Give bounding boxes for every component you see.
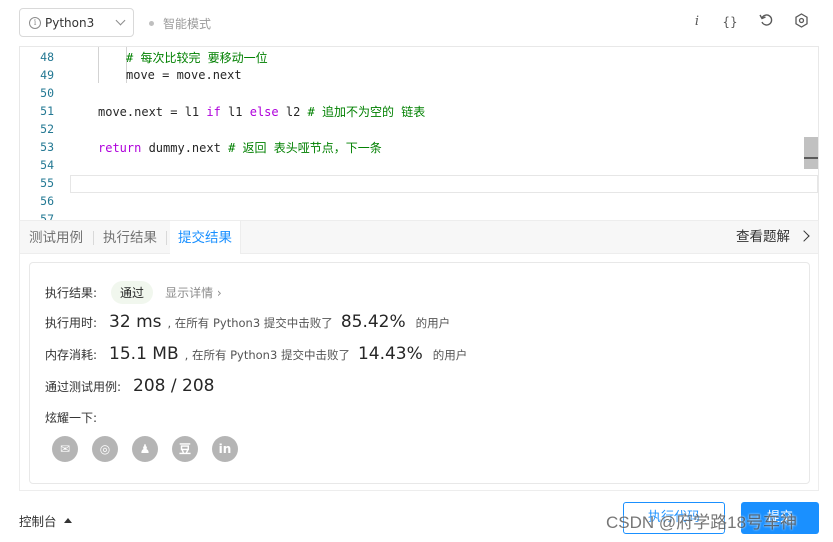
editor-toolbar: i Python3 智能模式 i {} — [0, 0, 833, 46]
show-details-link[interactable]: 显示详情 › — [165, 284, 222, 301]
line-number: 55 — [40, 176, 54, 190]
line-number: 51 — [40, 104, 54, 118]
mode-dot-icon — [149, 21, 154, 26]
tests-row: 通过测试用例: 208 / 208 — [45, 376, 220, 396]
line-number: 50 — [40, 86, 54, 100]
share-icons: ✉ ◎ ♟ 豆 in — [52, 436, 238, 462]
info-italic-icon[interactable]: i — [688, 13, 706, 31]
chevron-right-icon — [798, 230, 810, 242]
memory-percent: 14.43% — [357, 344, 423, 364]
language-select-label: Python3 — [45, 15, 95, 30]
line-number: 56 — [40, 194, 54, 208]
tests-value: 208 / 208 — [133, 376, 215, 396]
runtime-suffix: 的用户 — [415, 316, 451, 330]
wechat-icon[interactable]: ✉ — [52, 436, 78, 462]
code-text: move = move.next — [126, 68, 242, 82]
tab-submission-result[interactable]: 提交结果 — [170, 221, 241, 254]
language-select[interactable]: i Python3 — [19, 8, 134, 37]
douban-icon[interactable]: 豆 — [172, 436, 198, 462]
status-label: 执行结果: — [45, 286, 98, 300]
code-text: move.next = l1 if l1 else l2 # 追加不为空的 链表 — [98, 104, 426, 119]
code-editor[interactable]: 48 # 每次比较完 要移动一位 49 move = move.next 50 51 mov… — [19, 46, 819, 220]
code-line: 53 return dummy.next # 返回 表头哑节点，下一条 — [20, 138, 818, 156]
tests-label: 通过测试用例: — [45, 380, 122, 394]
memory-value: 15.1 MB — [109, 344, 179, 364]
linkedin-icon[interactable]: in — [212, 436, 238, 462]
console-label: 控制台 — [19, 514, 57, 529]
smart-mode-label: 智能模式 — [163, 17, 212, 31]
weibo-icon[interactable]: ◎ — [92, 436, 118, 462]
csdn-watermark: CSDN @府学路18号车神 — [606, 513, 798, 532]
undo-icon[interactable] — [757, 13, 775, 31]
status-row: 执行结果: 通过 显示详情 › — [45, 281, 222, 304]
tab-run-result[interactable]: 执行结果 — [103, 221, 157, 254]
code-line: 55 — [20, 174, 818, 192]
editor-scrollbar[interactable] — [804, 137, 818, 169]
smart-mode-toggle[interactable]: 智能模式 — [149, 15, 211, 32]
code-line: 48 # 每次比较完 要移动一位 — [20, 48, 818, 66]
code-text: # 每次比较完 要移动一位 — [126, 50, 268, 65]
braces-icon[interactable]: {} — [721, 13, 739, 31]
console-toggle[interactable]: 控制台 — [19, 511, 72, 530]
code-line: 57 — [20, 210, 818, 220]
view-solutions-link[interactable]: 查看题解 — [736, 221, 810, 254]
runtime-label: 执行用时: — [45, 316, 98, 330]
runtime-value: 32 ms — [109, 312, 162, 332]
line-number: 53 — [40, 140, 54, 154]
code-line: 52 — [20, 120, 818, 138]
line-number: 52 — [40, 122, 54, 136]
code-line: 56 — [20, 192, 818, 210]
line-number: 49 — [40, 68, 54, 82]
code-line: 50 — [20, 84, 818, 102]
view-solutions-label: 查看题解 — [736, 229, 790, 245]
share-row: 炫耀一下: — [45, 409, 97, 426]
code-line: 51 move.next = l1 if l1 else l2 # 追加不为空的 … — [20, 102, 818, 120]
line-number: 54 — [40, 158, 54, 172]
memory-suffix: 的用户 — [432, 348, 468, 362]
memory-text: , 在所有 Python3 提交中击败了 — [184, 348, 350, 362]
tab-testcase[interactable]: 测试用例 — [29, 221, 83, 254]
scrollbar-cursor-mark — [804, 157, 818, 159]
code-line: 49 move = move.next — [20, 66, 818, 84]
code-line: 54 — [20, 156, 818, 174]
share-label: 炫耀一下: — [45, 411, 98, 425]
result-tabs: 测试用例 执行结果 提交结果 查看题解 — [19, 220, 819, 254]
runtime-text: , 在所有 Python3 提交中击败了 — [167, 316, 333, 330]
line-number: 57 — [40, 212, 54, 220]
submission-result-panel: 执行结果: 通过 显示详情 › 执行用时: 32 ms , 在所有 Python… — [19, 254, 819, 491]
tab-divider — [93, 231, 94, 245]
runtime-row: 执行用时: 32 ms , 在所有 Python3 提交中击败了 85.42% … — [45, 312, 450, 332]
memory-label: 内存消耗: — [45, 348, 98, 362]
code-text: return dummy.next # 返回 表头哑节点，下一条 — [98, 140, 382, 155]
line-number: 48 — [40, 50, 54, 64]
chevron-down-icon — [115, 15, 126, 26]
settings-icon[interactable] — [792, 13, 810, 31]
tab-divider — [166, 231, 167, 245]
runtime-percent: 85.42% — [340, 312, 406, 332]
status-badge: 通过 — [111, 281, 154, 304]
info-icon: i — [29, 16, 41, 29]
qq-icon[interactable]: ♟ — [132, 436, 158, 462]
result-card: 执行结果: 通过 显示详情 › 执行用时: 32 ms , 在所有 Python… — [29, 262, 810, 484]
memory-row: 内存消耗: 15.1 MB , 在所有 Python3 提交中击败了 14.43… — [45, 344, 467, 364]
caret-up-icon — [63, 518, 72, 523]
